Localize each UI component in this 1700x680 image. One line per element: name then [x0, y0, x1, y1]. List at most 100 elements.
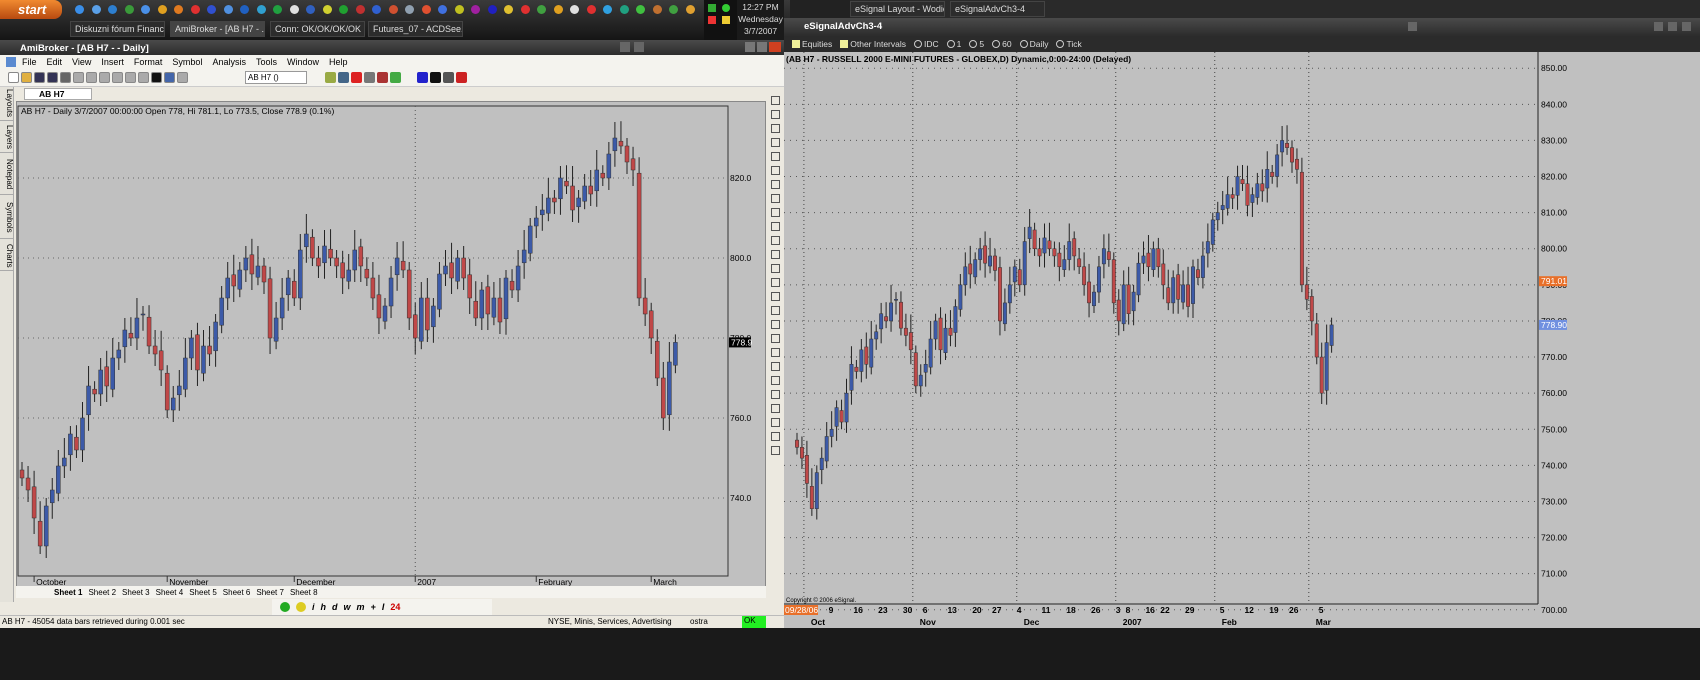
menu-insert[interactable]: Insert	[101, 57, 124, 67]
quick-launch-icon[interactable]	[108, 5, 117, 14]
toolbar-icon[interactable]	[60, 72, 71, 83]
drawing-tool-icon[interactable]	[771, 446, 780, 455]
drawing-tool-icon[interactable]	[771, 236, 780, 245]
toolbar-icon[interactable]	[390, 72, 401, 83]
symbol-select[interactable]: AB H7 ()	[245, 71, 307, 84]
tray-icon[interactable]	[708, 16, 716, 24]
toolbar-icon[interactable]	[430, 72, 441, 83]
toolbar-icon[interactable]	[125, 72, 136, 83]
quick-launch-icon[interactable]	[504, 5, 513, 14]
quick-launch-icon[interactable]	[190, 5, 200, 14]
taskbar-tab-forum[interactable]: Diskuzni fórum Financ...	[70, 21, 165, 37]
quick-launch-icon[interactable]	[619, 5, 629, 14]
drawing-tool-icon[interactable]	[771, 180, 780, 189]
toolbar-icon[interactable]	[456, 72, 467, 83]
network-icon[interactable]	[708, 4, 716, 12]
drawing-tool-icon[interactable]	[771, 194, 780, 203]
toolbar-icon[interactable]	[377, 72, 388, 83]
interval-button-w[interactable]: w	[344, 602, 351, 612]
toolbar-daily[interactable]: Daily	[1019, 39, 1048, 49]
quick-launch-icon[interactable]	[240, 5, 249, 14]
quick-launch-icon[interactable]	[669, 5, 678, 14]
drawing-tool-icon[interactable]	[771, 110, 780, 119]
taskbar-tab-esignal-layout[interactable]: eSignal Layout - Wodie	[850, 1, 945, 17]
toolbar-idc[interactable]: IDC	[914, 39, 939, 49]
quick-launch-icon[interactable]	[471, 5, 480, 14]
taskbar-tab-amibroker[interactable]: AmiBroker - [AB H7 - ...	[170, 21, 265, 37]
amibroker-chart[interactable]: 740.0760.0780.0800.0820.0OctoberNovember…	[16, 101, 766, 587]
drawing-tool-icon[interactable]	[771, 404, 780, 413]
interval-button-+[interactable]: +	[371, 602, 376, 612]
maximize-button[interactable]	[757, 42, 767, 52]
taskbar-tab-esignal-chart[interactable]: eSignalAdvCh3-4	[950, 1, 1045, 17]
taskbar-tab-conn[interactable]: Conn: OK/OK/OK/OK	[270, 21, 365, 37]
drawing-tool-icon[interactable]	[771, 292, 780, 301]
menu-view[interactable]: View	[72, 57, 91, 67]
sheet-tab-6[interactable]: Sheet 6	[223, 588, 251, 597]
quick-launch-icon[interactable]	[339, 5, 348, 14]
menu-format[interactable]: Format	[134, 57, 163, 67]
drawing-tool-icon[interactable]	[771, 390, 780, 399]
taskbar-tab-acdsee[interactable]: Futures_07 - ACDSee...	[368, 21, 463, 37]
minimize-button[interactable]	[745, 42, 755, 52]
quick-launch-icon[interactable]	[652, 5, 662, 14]
drawing-tool-icon[interactable]	[771, 348, 780, 357]
quick-launch-icon[interactable]	[636, 5, 645, 14]
toolbar-1[interactable]: 1	[946, 39, 961, 49]
drawing-tool-icon[interactable]	[771, 320, 780, 329]
interval-button-I[interactable]: I	[382, 602, 385, 612]
sheet-tab-2[interactable]: Sheet 2	[88, 588, 116, 597]
quick-launch-icon[interactable]	[421, 5, 431, 14]
toolbar-icon[interactable]	[8, 72, 19, 83]
sheet-tab-8[interactable]: Sheet 8	[290, 588, 318, 597]
quick-launch-icon[interactable]	[141, 5, 150, 14]
quick-launch-icon[interactable]	[322, 5, 332, 14]
toolbar-icon[interactable]	[34, 72, 45, 83]
side-tab-charts[interactable]: Charts	[0, 241, 14, 271]
interval-button-d[interactable]: d	[332, 602, 338, 612]
quick-launch-icon[interactable]	[685, 5, 695, 14]
sheet-tab-3[interactable]: Sheet 3	[122, 588, 150, 597]
interval-button-h[interactable]: h	[321, 602, 327, 612]
quick-launch-icon[interactable]	[256, 5, 266, 14]
toolbar-5[interactable]: 5	[969, 39, 984, 49]
toolbar-60[interactable]: 60	[992, 39, 1012, 49]
close-panel-icon[interactable]	[634, 42, 644, 52]
toolbar-icon[interactable]	[138, 72, 149, 83]
drawing-tool-icon[interactable]	[771, 432, 780, 441]
drawing-tool-icon[interactable]	[771, 418, 780, 427]
toolbar-other-intervals[interactable]: Other Intervals	[840, 39, 906, 49]
toolbar-icon[interactable]	[338, 72, 349, 83]
quick-launch-icon[interactable]	[454, 5, 464, 14]
quick-launch-icon[interactable]	[537, 5, 546, 14]
side-tab-layers[interactable]: Layers	[0, 123, 14, 153]
quick-launch-icon[interactable]	[372, 5, 381, 14]
restore-icon[interactable]	[620, 42, 630, 52]
refresh-icon[interactable]	[280, 602, 290, 612]
menu-help[interactable]: Help	[329, 57, 348, 67]
quick-launch-icon[interactable]	[91, 5, 101, 14]
sheet-tab-4[interactable]: Sheet 4	[156, 588, 184, 597]
toolbar-icon[interactable]	[99, 72, 110, 83]
drawing-tool-icon[interactable]	[771, 250, 780, 259]
quick-launch-icon[interactable]	[306, 5, 315, 14]
toolbar-icon[interactable]	[364, 72, 375, 83]
menu-symbol[interactable]: Symbol	[172, 57, 202, 67]
tray-icon[interactable]	[722, 4, 730, 12]
drawing-tool-icon[interactable]	[771, 96, 780, 105]
toolbar-icon[interactable]	[47, 72, 58, 83]
drawing-tool-icon[interactable]	[771, 306, 780, 315]
toolbar-icon[interactable]	[325, 72, 336, 83]
toolbar-icon[interactable]	[112, 72, 123, 83]
quick-launch-icon[interactable]	[520, 5, 530, 14]
quick-launch-icon[interactable]	[553, 5, 563, 14]
quick-launch-icon[interactable]	[438, 5, 447, 14]
drawing-tool-icon[interactable]	[771, 376, 780, 385]
drawing-tool-icon[interactable]	[771, 334, 780, 343]
drawing-tool-icon[interactable]	[771, 124, 780, 133]
menu-file[interactable]: File	[22, 57, 37, 67]
quick-launch-icon[interactable]	[157, 5, 167, 14]
drawing-tool-icon[interactable]	[771, 362, 780, 371]
interval-button-i[interactable]: i	[312, 602, 315, 612]
quick-launch-icon[interactable]	[124, 5, 134, 14]
